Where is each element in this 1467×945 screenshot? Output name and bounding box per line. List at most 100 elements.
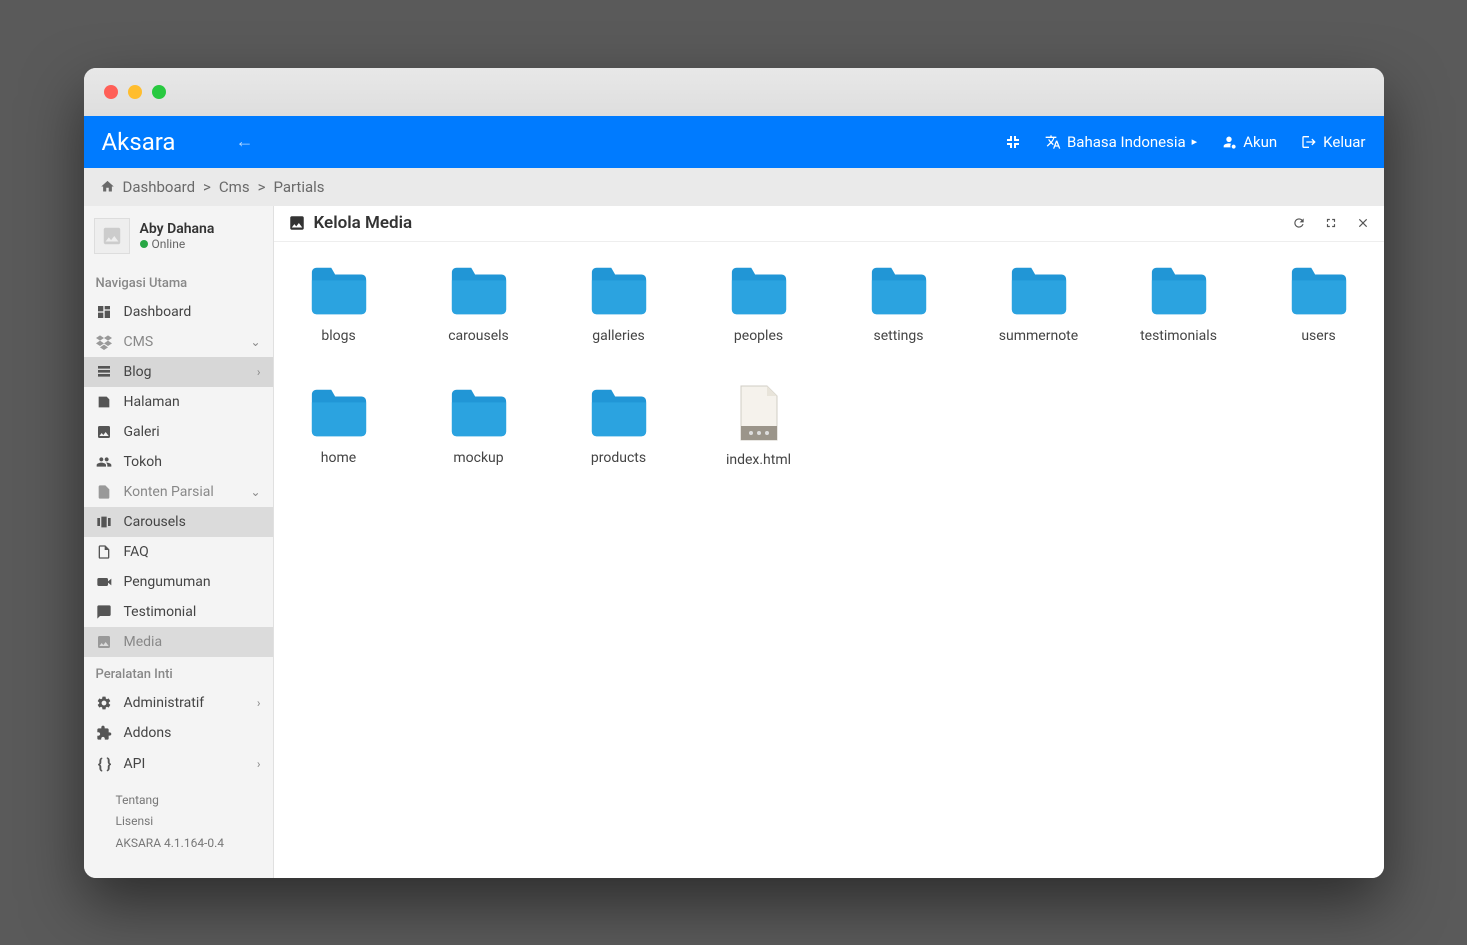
footer-about[interactable]: Tentang: [116, 790, 261, 812]
item-label: users: [1301, 328, 1335, 344]
folder-item[interactable]: users: [1274, 262, 1364, 344]
item-label: carousels: [448, 328, 509, 344]
blog-icon: [96, 364, 114, 380]
folder-icon: [588, 262, 650, 318]
folder-item[interactable]: galleries: [574, 262, 664, 344]
window: Aksara ← Bahasa Indonesia ▸ Akun: [84, 68, 1384, 878]
carousel-icon: [96, 514, 114, 530]
crumb-partials[interactable]: Partials: [273, 178, 324, 196]
puzzle-icon: [96, 725, 114, 741]
home-icon[interactable]: [100, 179, 115, 194]
contract-icon: [1005, 134, 1021, 150]
folder-item[interactable]: mockup: [434, 384, 524, 468]
fullscreen-toggle[interactable]: [1005, 134, 1021, 150]
folder-item[interactable]: testimonials: [1134, 262, 1224, 344]
file-item[interactable]: index.html: [714, 384, 804, 468]
item-label: galleries: [592, 328, 645, 344]
sidebar-item-testimonial[interactable]: Testimonial: [84, 597, 273, 627]
sidebar-item-blog[interactable]: Blog ›: [84, 357, 273, 387]
language-switcher[interactable]: Bahasa Indonesia ▸: [1045, 133, 1197, 151]
folder-item[interactable]: products: [574, 384, 664, 468]
people-icon: [96, 454, 114, 470]
back-arrow-icon[interactable]: ←: [235, 131, 253, 152]
image-icon: [288, 214, 306, 232]
crumb-root[interactable]: Dashboard: [123, 178, 196, 196]
expand-button[interactable]: [1324, 216, 1338, 230]
folder-icon: [1148, 262, 1210, 318]
chevron-right-icon: ›: [257, 696, 261, 710]
sidebar: Aby Dahana Online Navigasi Utama Dashboa…: [84, 206, 274, 878]
sidebar-item-pengumuman[interactable]: Pengumuman: [84, 567, 273, 597]
brand: Aksara: [102, 128, 176, 156]
language-label: Bahasa Indonesia: [1067, 133, 1186, 151]
gallery-icon: [96, 424, 114, 440]
chevron-right-icon: ▸: [1192, 135, 1198, 148]
media-icon: [96, 634, 114, 650]
dropbox-icon: [96, 334, 114, 350]
folder-item[interactable]: summernote: [994, 262, 1084, 344]
translate-icon: [1045, 134, 1061, 150]
folder-item[interactable]: blogs: [294, 262, 384, 344]
user-name: Aby Dahana: [140, 221, 215, 237]
folder-icon: [308, 384, 370, 440]
sidebar-item-carousels[interactable]: Carousels: [84, 507, 273, 537]
crumb-cms[interactable]: Cms: [219, 178, 250, 196]
gear-icon: [96, 695, 114, 711]
dashboard-icon: [96, 304, 114, 320]
item-label: blogs: [321, 328, 355, 344]
footer-license[interactable]: Lisensi: [116, 811, 261, 833]
close-window-button[interactable]: [104, 85, 118, 99]
account-label: Akun: [1243, 133, 1277, 151]
breadcrumb: Dashboard > Cms > Partials: [84, 168, 1384, 206]
folder-icon: [868, 262, 930, 318]
sidebar-item-admin[interactable]: Administratif ›: [84, 688, 273, 718]
content-header: Kelola Media: [274, 206, 1384, 242]
logout-label: Keluar: [1323, 133, 1365, 151]
chat-icon: [96, 604, 114, 620]
maximize-window-button[interactable]: [152, 85, 166, 99]
folder-icon: [1288, 262, 1350, 318]
folder-item[interactable]: peoples: [714, 262, 804, 344]
item-label: home: [321, 450, 356, 466]
sidebar-item-cms[interactable]: CMS ⌄: [84, 327, 273, 357]
folder-icon: [308, 262, 370, 318]
app-header: Aksara ← Bahasa Indonesia ▸ Akun: [84, 116, 1384, 168]
sidebar-item-api[interactable]: { } API ›: [84, 748, 273, 780]
minimize-window-button[interactable]: [128, 85, 142, 99]
chevron-right-icon: ›: [257, 757, 261, 771]
sidebar-item-galeri[interactable]: Galeri: [84, 417, 273, 447]
folder-item[interactable]: carousels: [434, 262, 524, 344]
user-block[interactable]: Aby Dahana Online: [84, 206, 273, 266]
item-label: index.html: [726, 452, 791, 468]
folder-icon: [588, 384, 650, 440]
user-status: Online: [140, 237, 215, 251]
nav-header-tools: Peralatan Inti: [84, 657, 273, 688]
status-dot-icon: [140, 240, 148, 248]
sidebar-item-media[interactable]: Media: [84, 627, 273, 657]
megaphone-icon: [96, 574, 114, 590]
folder-item[interactable]: home: [294, 384, 384, 468]
sidebar-item-faq[interactable]: FAQ: [84, 537, 273, 567]
account-menu[interactable]: Akun: [1221, 133, 1277, 151]
page-icon: [96, 394, 114, 410]
sidebar-item-konten-parsial[interactable]: Konten Parsial ⌄: [84, 477, 273, 507]
item-label: peoples: [734, 328, 783, 344]
folder-icon: [728, 262, 790, 318]
sidebar-item-dashboard[interactable]: Dashboard: [84, 297, 273, 327]
media-grid: blogs carousels galleries peoples settings su…: [274, 242, 1384, 488]
sidebar-item-halaman[interactable]: Halaman: [84, 387, 273, 417]
sidebar-item-tokoh[interactable]: Tokoh: [84, 447, 273, 477]
content: Kelola Media blogs carousels galleries peop…: [274, 206, 1384, 878]
item-label: testimonials: [1140, 328, 1217, 344]
sidebar-item-addons[interactable]: Addons: [84, 718, 273, 748]
refresh-button[interactable]: [1292, 216, 1306, 230]
avatar: [94, 218, 130, 254]
close-button[interactable]: [1356, 216, 1370, 230]
chevron-right-icon: ›: [257, 365, 261, 379]
folder-item[interactable]: settings: [854, 262, 944, 344]
item-label: summernote: [999, 328, 1078, 344]
folder-icon: [448, 262, 510, 318]
chevron-down-icon: ⌄: [250, 335, 260, 349]
logout-button[interactable]: Keluar: [1301, 133, 1365, 151]
code-icon: { }: [96, 755, 114, 773]
